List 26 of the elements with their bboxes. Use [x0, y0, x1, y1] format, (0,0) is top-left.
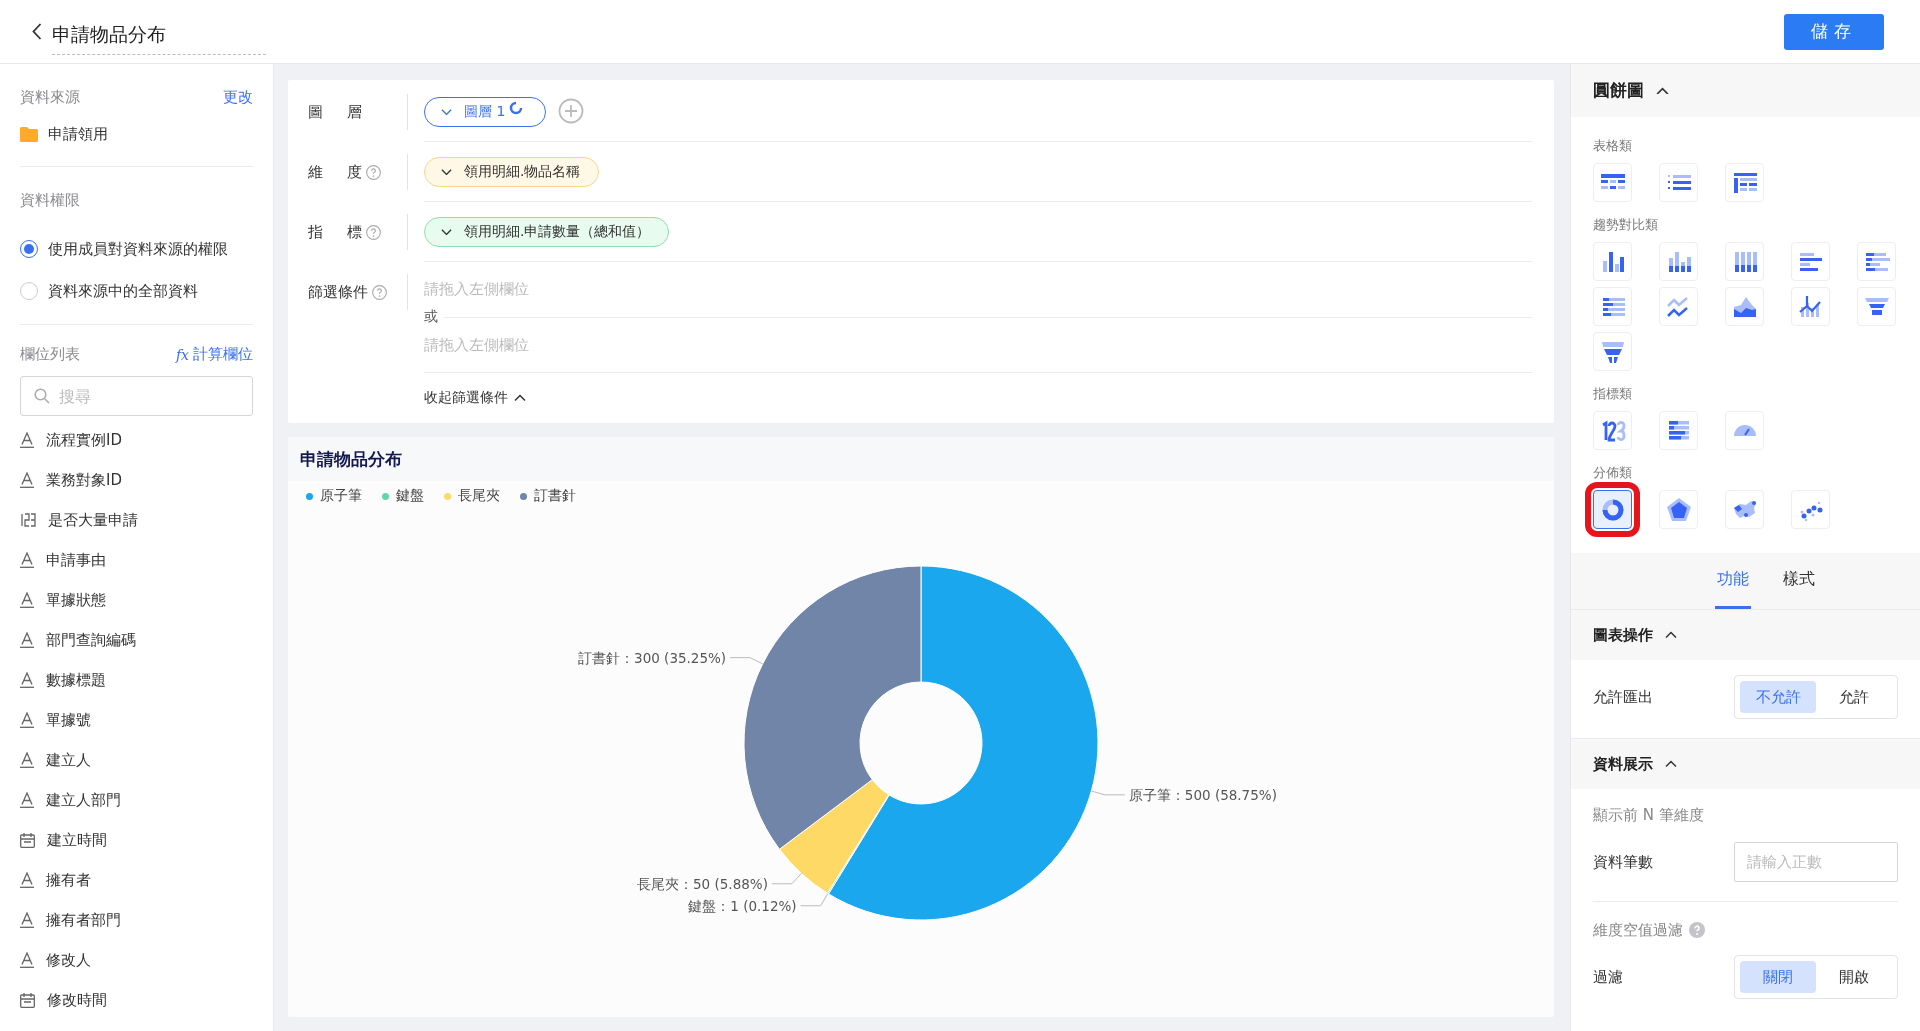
row-label: 篩選條件 — [308, 282, 368, 302]
data-label: 鍵盤：1 (0.12%) — [688, 897, 797, 914]
section-label: 欄位列表 — [20, 345, 80, 364]
group-label: 表格類 — [1593, 137, 1633, 155]
data-label: 原子筆：500 (58.75%) — [1128, 786, 1277, 803]
row-label: 維度 — [308, 162, 362, 182]
chart-title: 申請物品分布 — [288, 437, 1554, 481]
row-label: 指標 — [308, 222, 362, 242]
setting-label: 允許匯出 — [1593, 687, 1653, 707]
section-title: 資料展示 — [1593, 754, 1653, 774]
data-source-name: 申請領用 — [48, 125, 108, 144]
data-label: 訂書針：300 (35.25%) — [578, 649, 727, 666]
setting-subtitle: 維度空值過濾 — [1593, 920, 1683, 940]
group-label: 指標類 — [1593, 385, 1633, 403]
section-label: 資料權限 — [20, 191, 80, 210]
section-title: 圖表操作 — [1593, 625, 1653, 645]
group-label: 分佈類 — [1593, 464, 1633, 482]
setting-subtitle: 顯示前 N 筆維度 — [1593, 805, 1704, 825]
data-label: 長尾夾：50 (5.88%) — [637, 875, 768, 892]
group-label: 趨勢對比類 — [1593, 216, 1659, 234]
section-label: 資料來源 — [20, 88, 80, 107]
setting-label: 資料筆數 — [1593, 852, 1653, 872]
setting-label: 過濾 — [1593, 967, 1623, 987]
chart-type-title: 圓餅圖 — [1593, 79, 1644, 102]
row-label: 圖層 — [308, 102, 362, 122]
or-label: 或 — [424, 308, 438, 326]
